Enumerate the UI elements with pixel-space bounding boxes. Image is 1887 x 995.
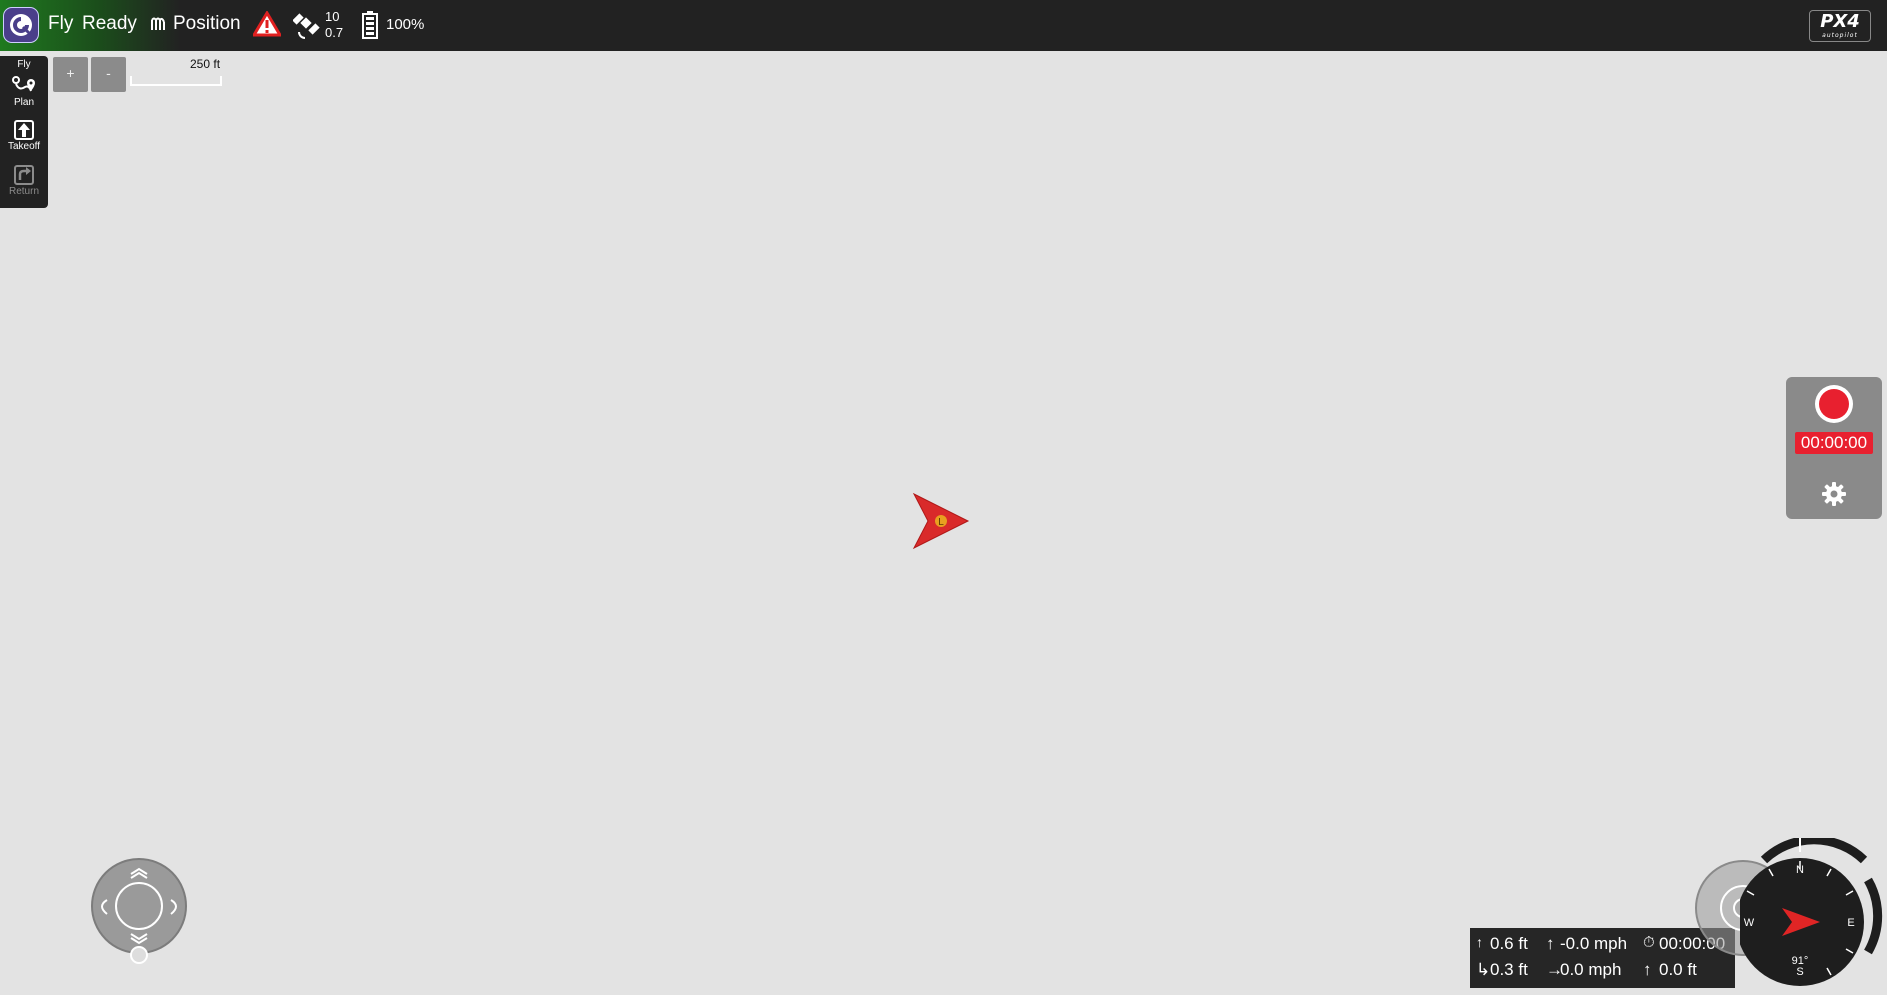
flight-mode[interactable]: Position [173,13,241,35]
compass-east: E [1847,917,1854,929]
toolstrip-item-return[interactable]: Return [0,164,48,197]
toolstrip-item-label: Return [8,186,39,197]
record-time: 00:00:00 [1795,432,1873,454]
compass-heading: 91° [1792,955,1809,967]
altitude-icon: ↑ [1476,934,1483,950]
compass-south: S [1796,966,1803,978]
tool-strip: Fly Plan Takeoff Return [0,56,48,208]
compass-icon: N E S W 91° [1736,835,1883,986]
gps-hdop: 0.7 [325,25,344,40]
toolstrip-item-plan[interactable]: Plan [0,75,48,108]
compass-widget: N E S W 91° [1736,835,1885,995]
toolstrip-item-label: Plan [13,97,34,108]
px4-logo: PX4 autopilot [1809,10,1871,42]
map-scale-label: 250 ft [190,57,221,71]
vehicle-marker[interactable]: L [912,492,970,555]
altitude-value: 0.6 ft [1490,934,1528,953]
top-toolbar: Fly Ready Position 10 0.7 100% PX4 autop… [0,0,1887,51]
vehicle-label: L [938,517,944,528]
home-distance-value: 0.0 ft [1659,960,1697,979]
compass-west: W [1744,917,1755,929]
warning-icon[interactable] [253,11,281,37]
battery-percent: 100% [386,16,425,33]
joystick-icon [91,858,187,964]
home-distance-icon: ↑ [1643,960,1652,979]
plan-icon [12,76,35,92]
qgc-logo-button[interactable] [3,7,39,43]
flight-mode-icon [151,17,165,30]
battery-icon[interactable] [362,11,378,39]
zoom-in-button[interactable]: + [53,57,88,92]
zoom-out-button[interactable]: - [91,57,126,92]
app-name[interactable]: Fly [48,13,73,35]
vehicle-arrow-icon: L [912,492,970,550]
virtual-joystick[interactable] [89,858,189,971]
qgc-logo-icon [10,14,32,36]
takeoff-icon [14,120,34,140]
distance-value: 0.3 ft [1490,960,1528,979]
vehicle-status[interactable]: Ready [82,13,137,35]
map-scale-bar [130,76,222,86]
distance-icon: ↳ [1476,960,1491,979]
vertical-speed-value: -0.0 mph [1560,934,1628,953]
record-button[interactable] [1815,385,1853,423]
toolstrip-header-fly[interactable]: Fly [0,59,48,70]
gps-satellite-icon[interactable] [293,10,321,40]
gear-icon[interactable] [1821,481,1847,507]
camera-panel: 00:00:00 [1786,377,1882,519]
vertical-speed-icon: ↑ [1546,934,1555,953]
return-icon [14,165,34,185]
flight-time-icon: ⏱ [1643,934,1655,951]
compass-north: N [1796,864,1804,876]
toolstrip-item-label: Takeoff [7,141,41,152]
gps-satellite-count: 10 [325,9,340,24]
px4-logo-subtext: autopilot [1822,32,1858,39]
toolstrip-item-takeoff[interactable]: Takeoff [0,119,48,152]
horizontal-speed-value: 0.0 mph [1560,960,1622,979]
px4-logo-text: PX4 [1820,11,1860,32]
